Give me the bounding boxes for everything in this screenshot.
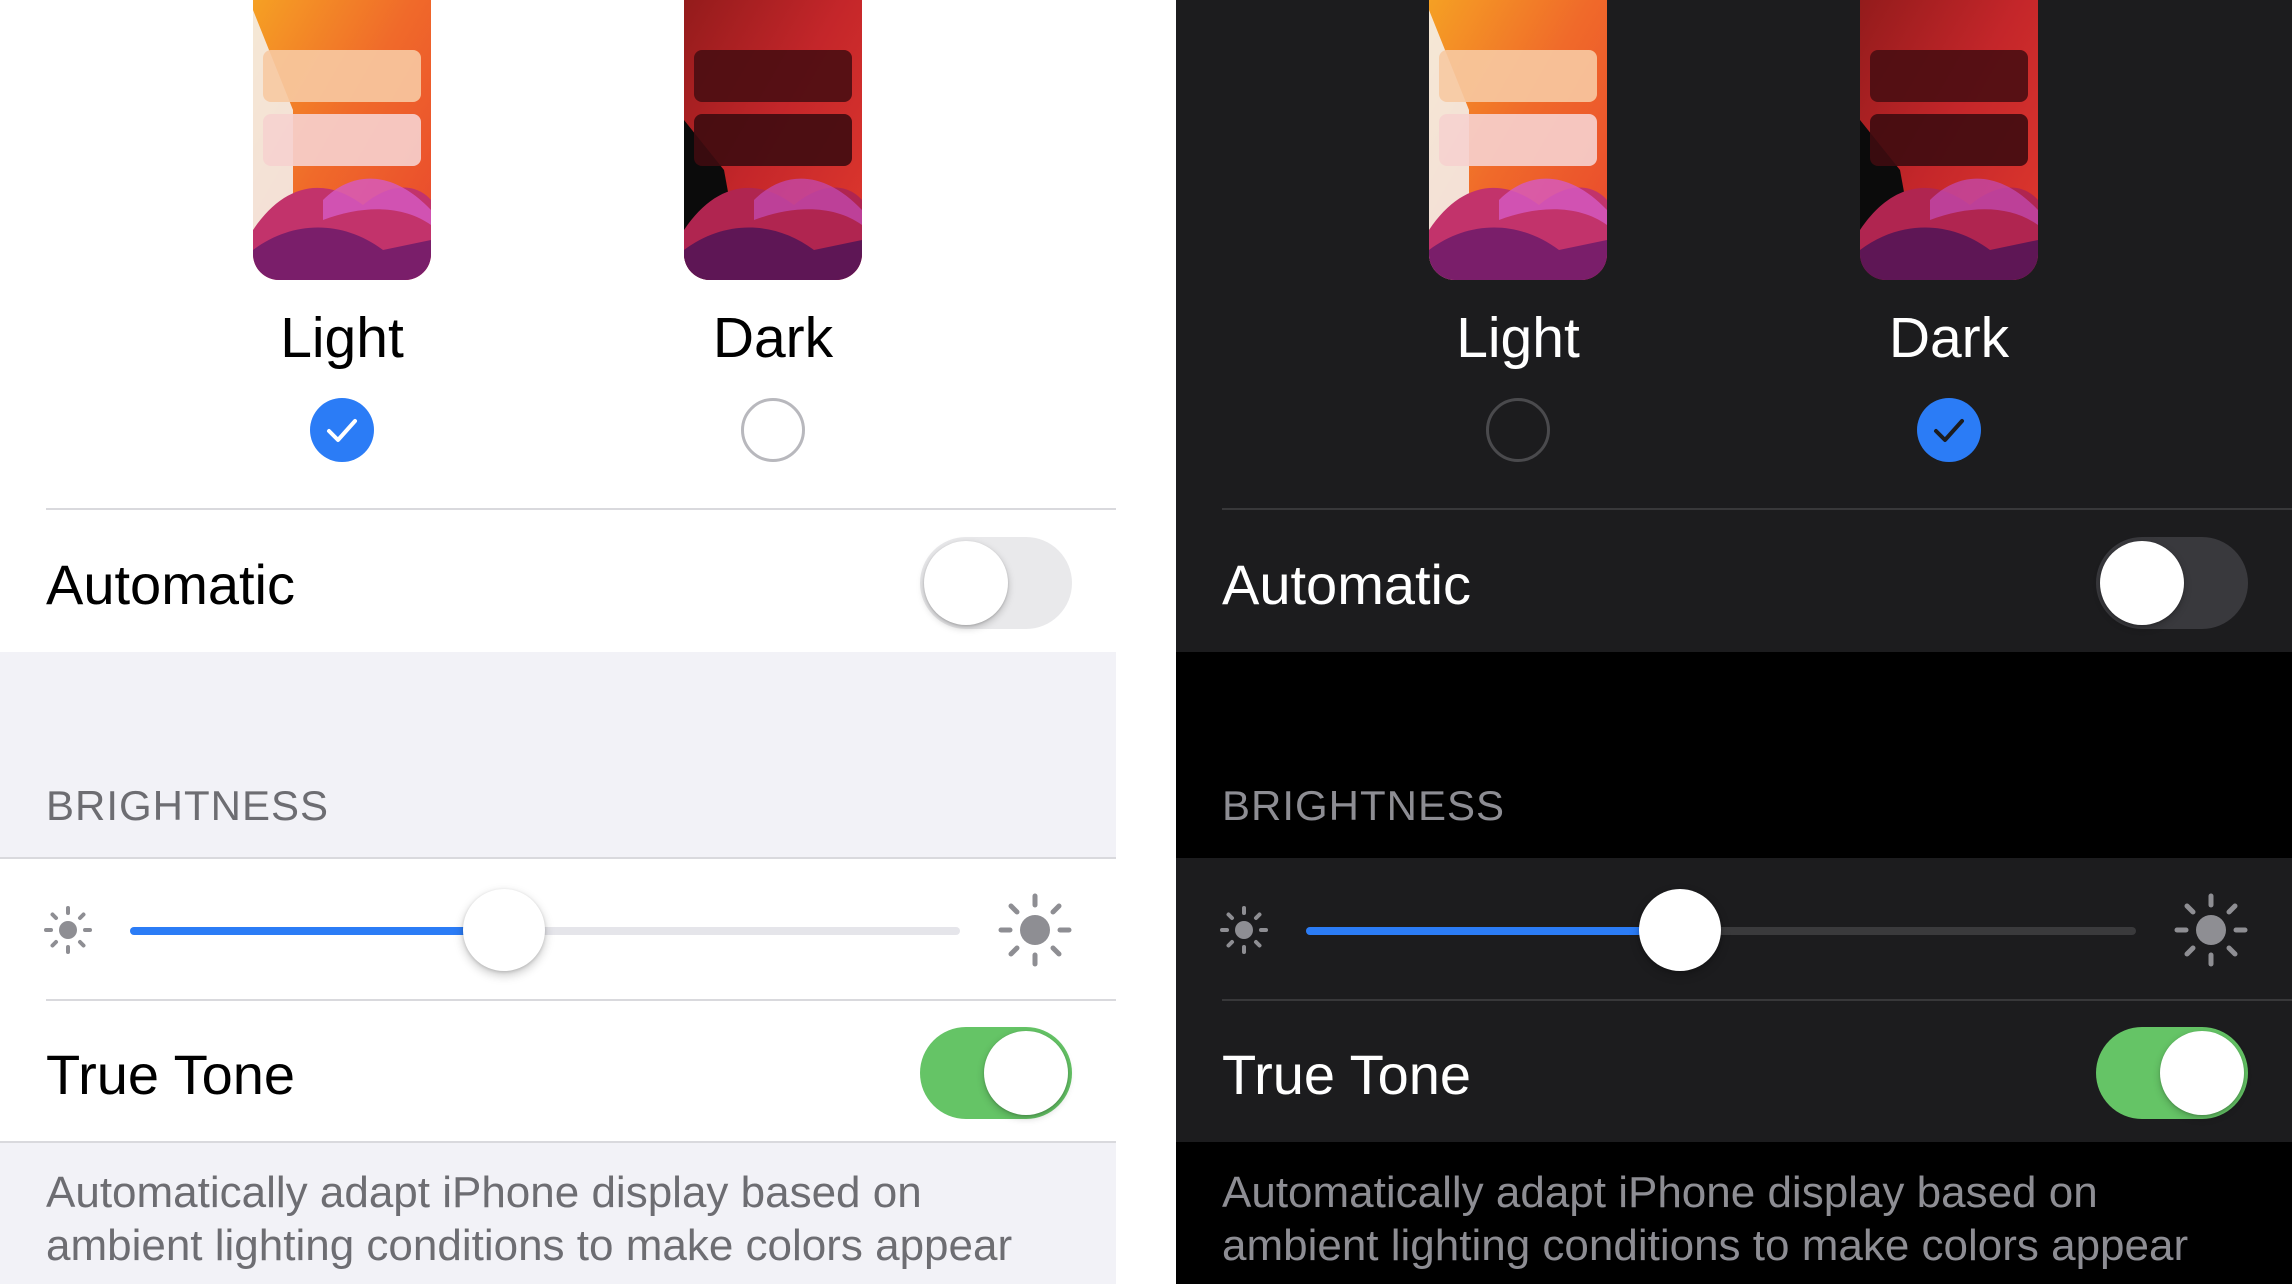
brightness-slider-thumb[interactable] bbox=[462, 889, 545, 971]
light-appearance-preview[interactable] bbox=[1429, 0, 1607, 280]
sun-small-icon bbox=[1220, 906, 1268, 954]
sun-large-icon bbox=[2174, 893, 2248, 967]
toggle-knob bbox=[984, 1031, 1068, 1115]
checkmark-icon bbox=[1934, 419, 1964, 442]
light-option-radio[interactable] bbox=[1486, 398, 1550, 462]
panel-gap bbox=[1116, 0, 1176, 1284]
brightness-slider[interactable] bbox=[130, 927, 960, 935]
dark-appearance-preview[interactable] bbox=[684, 0, 862, 280]
automatic-label: Automatic bbox=[46, 553, 295, 616]
sun-small-icon bbox=[44, 906, 92, 954]
automatic-toggle[interactable] bbox=[920, 537, 1072, 629]
light-option-label: Light bbox=[1456, 306, 1580, 370]
true-tone-label: True Tone bbox=[1222, 1043, 1472, 1106]
sun-large-icon bbox=[998, 893, 1072, 967]
divider bbox=[1222, 999, 2292, 1001]
divider bbox=[0, 1141, 1116, 1143]
divider bbox=[0, 857, 1116, 859]
toggle-knob bbox=[2100, 541, 2184, 625]
divider bbox=[46, 999, 1116, 1001]
true-tone-toggle[interactable] bbox=[2096, 1027, 2248, 1119]
true-tone-description: Automatically adapt iPhone display based… bbox=[46, 1168, 1013, 1270]
brightness-slider-thumb[interactable] bbox=[1638, 889, 1721, 971]
true-tone-label: True Tone bbox=[46, 1043, 296, 1106]
dark-option-label: Dark bbox=[1888, 306, 2010, 370]
brightness-slider[interactable] bbox=[1306, 927, 2136, 935]
light-option-checkmark[interactable] bbox=[310, 398, 374, 462]
dark-option-label: Dark bbox=[712, 306, 834, 370]
divider bbox=[1222, 508, 2292, 510]
toggle-knob bbox=[924, 541, 1008, 625]
checkmark-icon bbox=[327, 419, 357, 442]
light-option-label: Light bbox=[280, 306, 404, 370]
brightness-header: BRIGHTNESS bbox=[1222, 782, 1506, 829]
light-appearance-preview[interactable] bbox=[253, 0, 431, 280]
brightness-slider-fill bbox=[130, 927, 504, 935]
divider bbox=[46, 508, 1116, 510]
toggle-knob bbox=[2160, 1031, 2244, 1115]
true-tone-toggle[interactable] bbox=[920, 1027, 1072, 1119]
dark-option-radio[interactable] bbox=[741, 398, 805, 462]
automatic-label: Automatic bbox=[1222, 553, 1471, 616]
dark-appearance-preview[interactable] bbox=[1860, 0, 2038, 280]
automatic-toggle[interactable] bbox=[2096, 537, 2248, 629]
brightness-header: BRIGHTNESS bbox=[46, 782, 330, 829]
dark-mode-panel: Light Dark Automatic BRIGHTNESS True Ton… bbox=[1176, 0, 2292, 1284]
true-tone-description: Automatically adapt iPhone display based… bbox=[1222, 1168, 2189, 1270]
dark-option-checkmark[interactable] bbox=[1917, 398, 1981, 462]
brightness-slider-fill bbox=[1306, 927, 1680, 935]
appearance-card: Light Dark Automatic bbox=[1176, 0, 2292, 652]
appearance-card: Light Dark Automatic bbox=[0, 0, 1116, 652]
light-mode-panel: Light Dark Automatic BRIGHTNESS True Ton… bbox=[0, 0, 1116, 1284]
